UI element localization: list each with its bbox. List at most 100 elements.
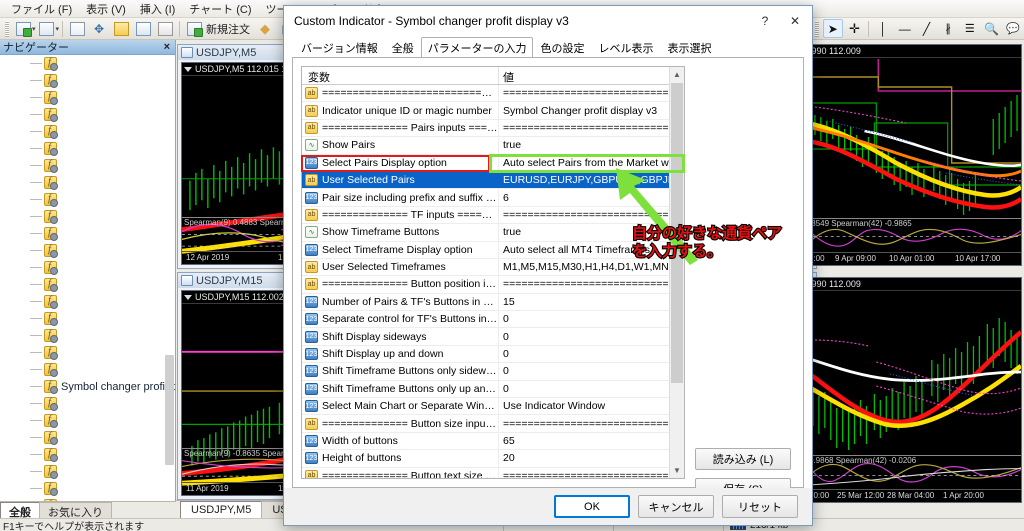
navigator-item[interactable] <box>0 191 175 208</box>
equidistant-channel-button[interactable]: ∦ <box>938 19 958 38</box>
navigator-item[interactable] <box>0 89 175 106</box>
parameter-value-cell[interactable]: 15 <box>498 293 684 311</box>
navigator-item[interactable] <box>0 259 175 276</box>
parameter-value-cell[interactable]: =================================... <box>498 415 684 432</box>
fibonacci-button[interactable]: ☰ <box>960 19 980 38</box>
crosshair-tool-button[interactable]: ✛ <box>845 19 865 38</box>
parameter-value-cell[interactable]: 20 <box>498 450 684 467</box>
navigator-item[interactable] <box>0 463 175 480</box>
navigator-button[interactable] <box>111 19 131 38</box>
chart-window-right-top[interactable]: .990 112.009 .8549 Spearman(42) -0.9865 … <box>806 44 1023 266</box>
navigator-item[interactable] <box>0 310 175 327</box>
navigator-item[interactable] <box>0 480 175 497</box>
strategy-tester-button[interactable] <box>155 19 175 38</box>
navigator-close-icon[interactable]: × <box>162 41 172 53</box>
parameter-row[interactable]: 123 Pair size including prefix and suffix… <box>302 189 684 207</box>
parameter-row[interactable]: 123 Select Timeframe Display option Auto s… <box>302 241 684 259</box>
navigator-tree[interactable]: Symbol changer profit disToday Trend las… <box>0 55 175 501</box>
parameter-row[interactable]: ab User Selected Timeframes M1,M5,M15,M30,… <box>302 258 684 277</box>
menu-item-insert[interactable]: 挿入 (I) <box>133 0 182 19</box>
parameter-value-cell[interactable]: 6 <box>498 189 684 206</box>
vertical-line-button[interactable]: │ <box>873 19 893 38</box>
parameter-row[interactable]: 123 Select Main Chart or Separate Window U… <box>302 398 684 416</box>
parameter-value-cell[interactable]: Use Indicator Window <box>498 398 684 415</box>
parameter-value-cell[interactable]: =================================... <box>498 276 684 293</box>
load-button[interactable]: 読み込み (L) <box>695 448 791 470</box>
parameter-value-cell[interactable]: M1,M5,M15,M30,H1,H4,D1,W1,MN <box>498 258 684 276</box>
navigator-scrollbar-thumb[interactable] <box>165 355 174 465</box>
parameter-value-cell[interactable]: 0 <box>498 328 684 345</box>
parameter-value-cell[interactable]: 0 <box>498 380 684 398</box>
parameter-value-cell[interactable]: 65 <box>498 432 684 450</box>
new-order-button-icon[interactable] <box>184 19 204 38</box>
reset-button[interactable]: リセット <box>722 495 798 518</box>
trendline-button[interactable]: ╱ <box>917 19 937 38</box>
parameter-row[interactable]: 123 Shift Display sideways 0 <box>302 328 684 346</box>
navigator-item[interactable] <box>0 293 175 310</box>
navigator-item[interactable] <box>0 446 175 463</box>
parameter-value-cell[interactable]: Auto select all MT4 Timeframes <box>498 241 684 258</box>
parameter-row[interactable]: ab User Selected Pairs EURUSD,EURJPY,GBPUS… <box>302 171 684 190</box>
parameter-value-cell[interactable]: Symbol Changer profit display v3 <box>498 102 684 119</box>
chart-tab-usdjpy-m5[interactable]: USDJPY,M5 <box>180 501 263 518</box>
navigator-item[interactable] <box>0 140 175 157</box>
parameters-listbox[interactable]: 変数 値 ab ================================.… <box>301 66 685 479</box>
parameter-row[interactable]: 123 Separate control for TF's Buttons in … <box>302 311 684 329</box>
zoom-in-button[interactable]: 🔍 <box>982 19 1002 38</box>
navigator-item[interactable] <box>0 123 175 140</box>
text-label-button[interactable]: 💬 <box>1003 19 1023 38</box>
parameter-row[interactable]: ab ============== Button size inputs ==..… <box>302 415 684 433</box>
parameters-scrollbar[interactable]: ▲ ▼ <box>669 67 684 478</box>
navigator-item[interactable] <box>0 395 175 412</box>
horizontal-line-button[interactable]: — <box>895 19 915 38</box>
parameter-value-cell[interactable]: EURUSD,EURJPY,GBPUSD,GBPJPY,USDJPY,US... <box>498 171 684 189</box>
cancel-button[interactable]: キャンセル <box>638 495 714 518</box>
data-window-button[interactable]: ✥ <box>89 19 109 38</box>
terminal-button[interactable] <box>133 19 153 38</box>
parameter-row[interactable]: 123 Width of buttons 65 <box>302 432 684 451</box>
parameter-value-cell[interactable]: true <box>498 224 684 241</box>
parameter-row[interactable]: 123 Number of Pairs & TF's Buttons in a h… <box>302 293 684 312</box>
parameter-value-cell[interactable]: =================================... <box>498 85 684 102</box>
parameter-row[interactable]: 123 Select Pairs Display option Auto selec… <box>302 154 684 172</box>
navigator-item[interactable] <box>0 208 175 225</box>
navigator-item[interactable] <box>0 72 175 89</box>
scroll-up-icon[interactable]: ▲ <box>670 67 684 82</box>
parameter-row[interactable]: 123 Shift Timeframe Buttons only up and d… <box>302 380 684 399</box>
chart-collapse-icon[interactable] <box>184 295 192 301</box>
dialog-help-icon[interactable]: ? <box>750 8 780 34</box>
parameter-row[interactable]: ab ============== Pairs inputs =======...… <box>302 119 684 138</box>
parameter-row[interactable]: ab Indicator unique ID or magic number Sym… <box>302 102 684 120</box>
navigator-item[interactable] <box>0 361 175 378</box>
toolbar-grip[interactable] <box>5 20 9 37</box>
parameter-row[interactable]: ∿ Show Pairs true <box>302 137 684 155</box>
parameter-row[interactable]: ab ================================... ===… <box>302 85 684 103</box>
profiles-button[interactable] <box>37 19 57 38</box>
tab-inputs[interactable]: パラメーターの入力 <box>420 37 534 57</box>
new-chart-button[interactable] <box>13 19 33 38</box>
parameter-value-cell[interactable]: =================================... <box>498 467 684 478</box>
navigator-item[interactable] <box>0 276 175 293</box>
cursor-tool-button[interactable]: ➤ <box>822 19 843 38</box>
navigator-item[interactable] <box>0 157 175 174</box>
parameter-row[interactable]: 123 Shift Timeframe Buttons only sideways… <box>302 363 684 381</box>
tab-levels[interactable]: レベル表示 <box>591 37 660 57</box>
drawing-toolbar-grip[interactable] <box>815 20 819 37</box>
parameter-row[interactable]: 123 Shift Display up and down 0 <box>302 345 684 364</box>
parameter-row[interactable]: 123 Height of buttons 20 <box>302 450 684 468</box>
expert-advisors-button[interactable]: ◆ <box>255 19 275 38</box>
tab-version-info[interactable]: バージョン情報 <box>294 37 385 57</box>
navigator-item[interactable] <box>0 412 175 429</box>
parameter-row[interactable]: ab ============== Button text size input.… <box>302 467 684 478</box>
parameter-row[interactable]: ∿ Show Timeframe Buttons true <box>302 224 684 242</box>
market-watch-button[interactable] <box>67 19 87 38</box>
navigator-item[interactable] <box>0 344 175 361</box>
tab-general[interactable]: 全般 <box>385 37 421 57</box>
dialog-titlebar[interactable]: Custom Indicator - Symbol changer profit… <box>284 6 812 36</box>
chart-window-right-bottom[interactable]: .990 112.009 0.9868 Spearman(42) -0.0206… <box>805 277 1023 503</box>
navigator-item[interactable] <box>0 429 175 446</box>
new-order-label[interactable]: 新規注文 <box>205 21 254 37</box>
navigator-item[interactable] <box>0 242 175 259</box>
menu-item-view[interactable]: 表示 (V) <box>79 0 133 19</box>
ok-button[interactable]: OK <box>554 495 630 518</box>
